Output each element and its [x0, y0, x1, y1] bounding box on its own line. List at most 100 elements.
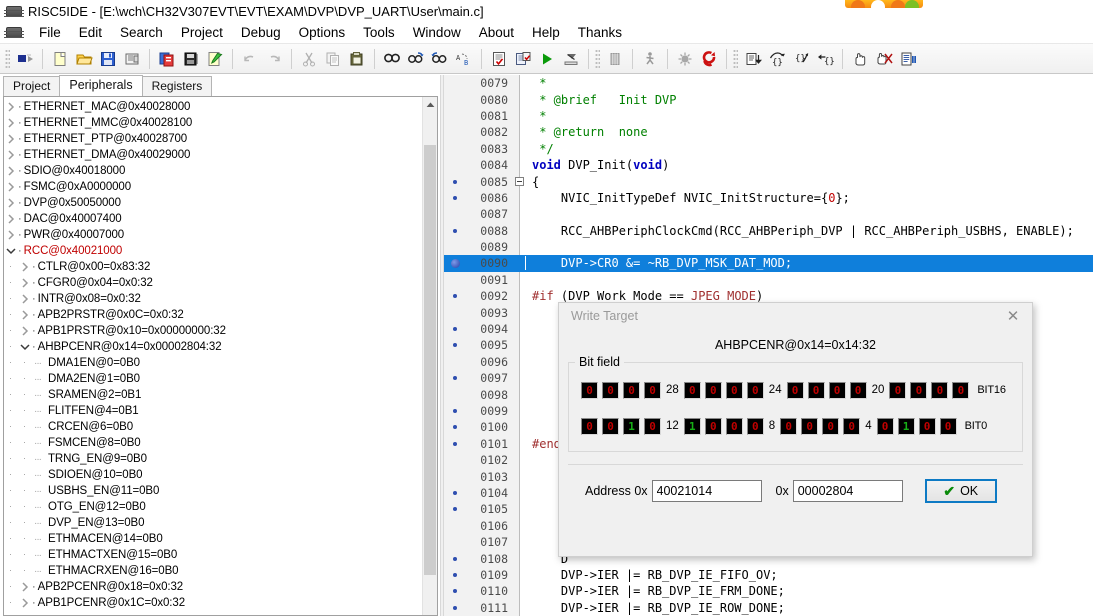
code-line[interactable]: 0111 DVP->IER |= RB_DVP_IE_ROW_DONE;: [444, 600, 1093, 616]
bit-toggle[interactable]: 0: [747, 418, 764, 435]
close-icon[interactable]: ✕: [996, 304, 1030, 328]
bit-toggle[interactable]: 1: [898, 418, 915, 435]
chevron-right-icon[interactable]: [4, 214, 18, 224]
breakpoint-gutter-cell[interactable]: [444, 259, 466, 268]
chevron-right-icon[interactable]: [18, 294, 32, 304]
tree-item[interactable]: ·ETHERNET_MMC@0x40028100: [4, 115, 421, 131]
bit-toggle[interactable]: 0: [780, 418, 797, 435]
undo-icon[interactable]: [238, 47, 262, 71]
registers-view-icon[interactable]: [896, 47, 920, 71]
tree-item[interactable]: ·ETHERNET_DMA@0x40029000: [4, 147, 421, 163]
bit-toggle[interactable]: 0: [801, 418, 818, 435]
breakpoint-gutter-cell[interactable]: [444, 180, 466, 184]
tree-item[interactable]: ···OTG_EN@12=0B0: [4, 499, 421, 515]
code-line[interactable]: 0081 *: [444, 108, 1093, 124]
bit-toggle[interactable]: 0: [705, 382, 722, 399]
menu-item-project[interactable]: Project: [172, 23, 232, 42]
menu-item-about[interactable]: About: [470, 23, 523, 42]
stop-icon[interactable]: [603, 47, 627, 71]
code-line[interactable]: 0088 RCC_AHBPeriphClockCmd(RCC_AHBPeriph…: [444, 223, 1093, 239]
new-project-icon[interactable]: [13, 47, 37, 71]
bit-toggle[interactable]: 0: [910, 382, 927, 399]
chevron-down-icon[interactable]: [4, 247, 18, 255]
tree-item[interactable]: ···DVP_EN@13=0B0: [4, 515, 421, 531]
chevron-right-icon[interactable]: [4, 198, 18, 208]
code-line[interactable]: 0080 * @brief Init DVP: [444, 91, 1093, 107]
edit-config-icon[interactable]: [203, 47, 227, 71]
bit-toggle[interactable]: 0: [726, 382, 743, 399]
collapse-block-icon[interactable]: [515, 177, 524, 186]
bit-toggle[interactable]: 0: [602, 382, 619, 399]
chevron-right-icon[interactable]: [4, 166, 18, 176]
tree-item[interactable]: ·AHBPCENR@0x14=0x00002804:32: [4, 339, 421, 355]
tree-item[interactable]: ···SRAMEN@2=0B1: [4, 387, 421, 403]
run-to-cursor-icon[interactable]: [638, 47, 662, 71]
scroll-up-button[interactable]: [423, 97, 437, 113]
code-line[interactable]: 0091: [444, 272, 1093, 288]
code-line[interactable]: 0086 NVIC_InitTypeDef NVIC_InitStructure…: [444, 190, 1093, 206]
breakpoint-gutter-cell[interactable]: [444, 196, 466, 200]
code-line[interactable]: 0109 DVP->IER |= RB_DVP_IE_FIFO_OV;: [444, 567, 1093, 583]
breakpoint-gutter-cell[interactable]: [444, 409, 466, 413]
tree-item[interactable]: ·DAC@0x40007400: [4, 211, 421, 227]
menu-item-options[interactable]: Options: [290, 23, 355, 42]
breakpoint-icon[interactable]: [673, 47, 697, 71]
breakpoint-gutter-cell[interactable]: [444, 606, 466, 610]
tree-item[interactable]: ·SDIO@0x40018000: [4, 163, 421, 179]
bit-toggle[interactable]: 0: [843, 418, 860, 435]
tree-item[interactable]: ···USBHS_EN@11=0B0: [4, 483, 421, 499]
chevron-right-icon[interactable]: [18, 278, 32, 288]
address-input[interactable]: [652, 480, 762, 502]
breakpoint-gutter-cell[interactable]: [444, 327, 466, 331]
chevron-right-icon[interactable]: [4, 230, 18, 240]
toolbar-grip-3[interactable]: [733, 49, 738, 69]
code-line[interactable]: 0110 DVP->IER |= RB_DVP_IE_FRM_DONE;: [444, 583, 1093, 599]
bit-toggle[interactable]: 0: [747, 382, 764, 399]
tree-item[interactable]: ···TRNG_EN@9=0B0: [4, 451, 421, 467]
code-line[interactable]: 0082 * @return none: [444, 124, 1093, 140]
chevron-right-icon[interactable]: [4, 150, 18, 160]
code-line[interactable]: 0089: [444, 239, 1093, 255]
tree-item[interactable]: ···DMA1EN@0=0B0: [4, 355, 421, 371]
breakpoint-gutter-cell[interactable]: [444, 343, 466, 347]
tree-item[interactable]: ···FSMCEN@8=0B0: [4, 435, 421, 451]
paste-icon[interactable]: [345, 47, 369, 71]
chevron-right-icon[interactable]: [4, 134, 18, 144]
menu-item-edit[interactable]: Edit: [70, 23, 111, 42]
menu-item-help[interactable]: Help: [523, 23, 569, 42]
breakpoint-gutter-cell[interactable]: [444, 229, 466, 233]
chevron-down-icon[interactable]: [18, 343, 32, 351]
bit-toggle[interactable]: 0: [581, 418, 598, 435]
step-out-icon[interactable]: {}: [789, 47, 813, 71]
copy-project-icon[interactable]: [155, 47, 179, 71]
tree-item[interactable]: ·APB1PRSTR@0x10=0x00000000:32: [4, 323, 421, 339]
bit-toggle[interactable]: 0: [726, 418, 743, 435]
code-line[interactable]: 0083 */: [444, 141, 1093, 157]
bit-toggle[interactable]: 0: [602, 418, 619, 435]
archive-icon[interactable]: [179, 47, 203, 71]
breakpoint-gutter-cell[interactable]: [444, 425, 466, 429]
code-line[interactable]: 0085{: [444, 173, 1093, 189]
step-into-icon[interactable]: {}: [765, 47, 789, 71]
menu-item-search[interactable]: Search: [111, 23, 172, 42]
tree-item[interactable]: ·RCC@0x40021000: [4, 243, 421, 259]
bit-toggle[interactable]: 0: [822, 418, 839, 435]
bit-toggle[interactable]: 0: [581, 382, 598, 399]
tree-item[interactable]: ···SDIOEN@10=0B0: [4, 467, 421, 483]
tree-scrollbar[interactable]: [422, 97, 437, 615]
code-line[interactable]: 0084void DVP_Init(void): [444, 157, 1093, 173]
chevron-right-icon[interactable]: [18, 326, 32, 336]
copy-icon[interactable]: [321, 47, 345, 71]
check-syntax-icon[interactable]: [487, 47, 511, 71]
menu-item-thanks[interactable]: Thanks: [569, 23, 631, 42]
breakpoint-gutter-cell[interactable]: [444, 442, 466, 446]
open-file-icon[interactable]: [72, 47, 96, 71]
ok-button[interactable]: ✔ OK: [925, 479, 997, 503]
tree-item[interactable]: ·PWR@0x40007000: [4, 227, 421, 243]
bit-toggle[interactable]: 1: [684, 418, 701, 435]
breakpoint-gutter-cell[interactable]: [444, 589, 466, 593]
bit-toggle[interactable]: 0: [889, 382, 906, 399]
bit-toggle[interactable]: 0: [644, 382, 661, 399]
halt-icon[interactable]: [848, 47, 872, 71]
fold-gutter-cell[interactable]: [512, 177, 526, 186]
